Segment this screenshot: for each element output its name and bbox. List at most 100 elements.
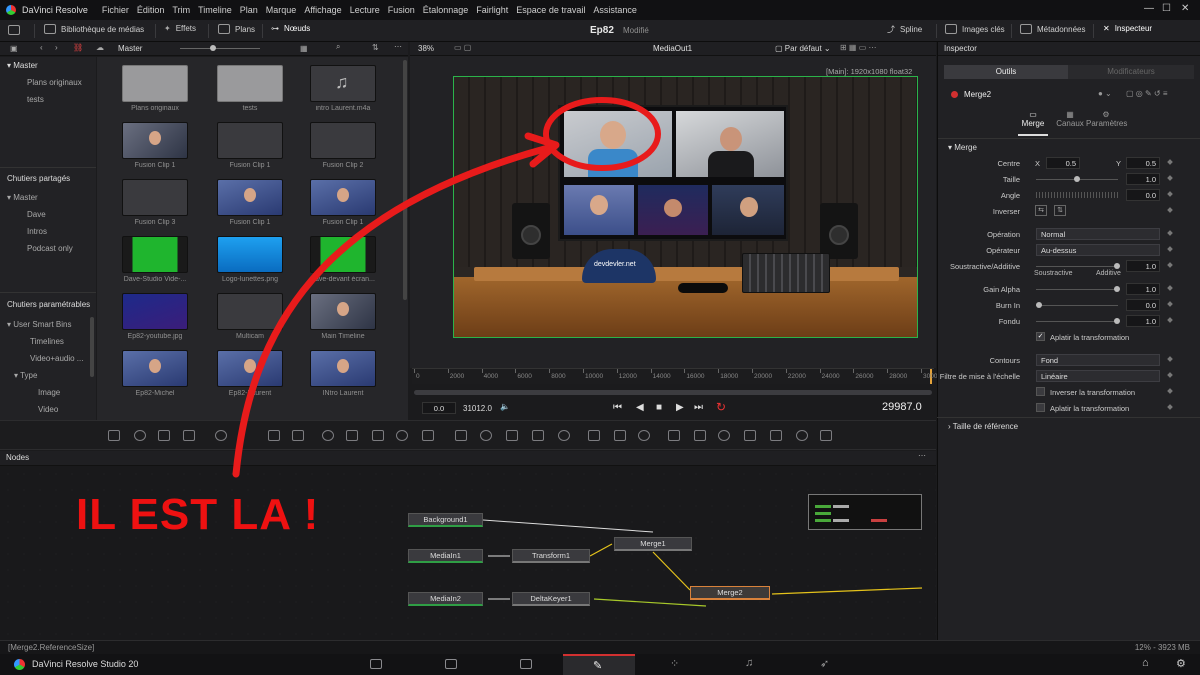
clip-thumbnail[interactable] xyxy=(310,179,376,216)
edges-select[interactable]: Fond xyxy=(1036,354,1160,366)
sidebar-scrollbar[interactable] xyxy=(90,317,94,377)
merge3d-icon[interactable] xyxy=(718,430,730,441)
keyframe-diamond-icon[interactable] xyxy=(1167,372,1173,378)
clip-thumbnail[interactable]: ♫ xyxy=(310,65,376,102)
menu-item-11[interactable]: Espace de travail xyxy=(516,5,585,15)
metadata-button[interactable]: Métadonnées xyxy=(1020,24,1085,34)
operator-select[interactable]: Au-dessus xyxy=(1036,244,1160,256)
particles-icon[interactable] xyxy=(215,430,227,441)
clip-thumbnail[interactable] xyxy=(217,122,283,159)
viewer-mode-select[interactable]: ▢ Par défaut ⌄ xyxy=(775,44,831,53)
clip-thumbnail[interactable] xyxy=(310,293,376,330)
subtab-channels[interactable]: ▦ Canaux xyxy=(1053,110,1087,128)
edit-page-icon[interactable] xyxy=(520,659,532,669)
keyframe-diamond-icon[interactable] xyxy=(1167,175,1173,181)
text3d-icon[interactable] xyxy=(694,430,706,441)
polygon-icon[interactable] xyxy=(506,430,518,441)
sort-icon[interactable]: ⇅ xyxy=(372,43,379,52)
clips-button[interactable]: Plans xyxy=(218,24,255,34)
rectangle-icon[interactable] xyxy=(455,430,467,441)
shared-bin-master[interactable]: ▾ Master xyxy=(7,193,38,202)
smart-bin-type[interactable]: ▾ Type xyxy=(14,371,37,380)
subadd-field[interactable]: 1.0 xyxy=(1126,260,1160,272)
viewer-frame[interactable]: devdevler.net xyxy=(453,76,918,338)
smart-bin-image[interactable]: Image xyxy=(38,388,60,397)
sidebar-toggle-icon[interactable]: ▣ xyxy=(10,44,18,53)
media-page-icon[interactable] xyxy=(370,659,382,669)
clip-thumbnail[interactable] xyxy=(122,179,188,216)
gain-slider[interactable] xyxy=(1036,289,1118,290)
gain-field[interactable]: 1.0 xyxy=(1126,283,1160,295)
keyframe-diamond-icon[interactable] xyxy=(1167,159,1173,165)
menu-item-6[interactable]: Affichage xyxy=(304,5,341,15)
view-mode-icon[interactable]: ▦ xyxy=(300,44,308,53)
viewer-zoom[interactable]: 38% xyxy=(418,44,434,53)
planar-icon[interactable] xyxy=(614,430,626,441)
camera-icon[interactable] xyxy=(638,430,650,441)
shared-bin-podcast[interactable]: Podcast only xyxy=(27,244,73,253)
clip-thumbnail[interactable] xyxy=(122,236,188,273)
menu-item-10[interactable]: Fairlight xyxy=(476,5,508,15)
node-actions-icons[interactable]: ▢ ◎ ✎ ↺ ≡ xyxy=(1126,89,1168,98)
viewer-tools-icon[interactable]: ▭ ▢ xyxy=(454,43,471,52)
loop-icon[interactable]: ↻ xyxy=(716,400,726,414)
flatten2-checkbox[interactable] xyxy=(1036,403,1045,412)
spline-button[interactable]: ⤴ Spline xyxy=(887,24,922,35)
reference-size-toggle[interactable]: › Taille de référence xyxy=(948,422,1018,431)
media-library-button[interactable]: Bibliothèque de médias xyxy=(44,24,144,34)
mask-icon[interactable] xyxy=(422,430,434,441)
keyframe-diamond-icon[interactable] xyxy=(1167,230,1173,236)
background-tool-icon[interactable] xyxy=(108,430,120,441)
filter-select[interactable]: Linéaire xyxy=(1036,370,1160,382)
node-deltakeyer1[interactable]: DeltaKeyer1 xyxy=(512,592,590,606)
close-icon[interactable]: ✕ xyxy=(1181,3,1189,14)
matte-icon[interactable] xyxy=(396,430,408,441)
start-time-field[interactable]: 0.0 xyxy=(422,402,456,414)
clip-thumbnail[interactable] xyxy=(122,122,188,159)
keyframe-diamond-icon[interactable] xyxy=(1167,207,1173,213)
blend-slider[interactable] xyxy=(1036,321,1118,322)
play-reverse-icon[interactable]: ◀ xyxy=(636,402,644,413)
menu-item-4[interactable]: Plan xyxy=(240,5,258,15)
shared-bin-intros[interactable]: Intros xyxy=(27,227,47,236)
layout-icon[interactable] xyxy=(8,25,20,35)
cloud-icon[interactable]: ☁ xyxy=(96,43,104,52)
menu-item-3[interactable]: Timeline xyxy=(198,5,232,15)
zoom-knob[interactable] xyxy=(210,45,216,51)
clip-thumbnail[interactable] xyxy=(122,350,188,387)
back-icon[interactable]: ‹ xyxy=(40,43,43,52)
go-to-start-icon[interactable]: ⏮ xyxy=(613,402,622,413)
burn-slider[interactable] xyxy=(1036,305,1118,306)
clip-thumbnail[interactable] xyxy=(310,122,376,159)
flatten-checkbox[interactable]: ✓ xyxy=(1036,332,1045,341)
keyframe-diamond-icon[interactable] xyxy=(1167,246,1173,252)
tab-tools[interactable]: Outils xyxy=(944,65,1068,79)
keyframe-diamond-icon[interactable] xyxy=(1167,404,1173,410)
forward-icon[interactable]: › xyxy=(55,43,58,52)
keyframes-button[interactable]: Images clés xyxy=(945,24,1005,34)
current-frame[interactable]: 29987.0 xyxy=(882,401,922,413)
node-navigator[interactable] xyxy=(808,494,922,530)
fairlight-page-icon[interactable]: ♫ xyxy=(745,657,753,669)
clip-thumbnail[interactable] xyxy=(122,293,188,330)
smart-bin-user[interactable]: ▾ User Smart Bins xyxy=(7,320,71,329)
node-transform1[interactable]: Transform1 xyxy=(512,549,590,563)
timeline-range-bar[interactable] xyxy=(414,390,932,395)
clip-thumbnail[interactable] xyxy=(217,350,283,387)
clip-thumbnail[interactable] xyxy=(310,350,376,387)
menu-item-2[interactable]: Trim xyxy=(172,5,190,15)
ellipse-icon[interactable] xyxy=(480,430,492,441)
menu-item-5[interactable]: Marque xyxy=(266,5,297,15)
merge-icon[interactable] xyxy=(372,430,384,441)
size-field[interactable]: 1.0 xyxy=(1126,173,1160,185)
apply-mode-select[interactable]: Normal xyxy=(1036,228,1160,240)
subadd-slider[interactable] xyxy=(1036,266,1118,267)
settings-icon[interactable]: ⚙ xyxy=(1176,657,1186,670)
keyframe-diamond-icon[interactable] xyxy=(1167,262,1173,268)
clip-thumbnail[interactable] xyxy=(217,179,283,216)
centre-y-field[interactable]: 0.5 xyxy=(1126,157,1160,169)
keyframe-diamond-icon[interactable] xyxy=(1167,317,1173,323)
nodes-more-icon[interactable]: ⋯ xyxy=(918,451,926,460)
thumbnail-zoom-slider[interactable] xyxy=(180,45,260,51)
smart-bin-video[interactable]: Video xyxy=(38,405,58,414)
